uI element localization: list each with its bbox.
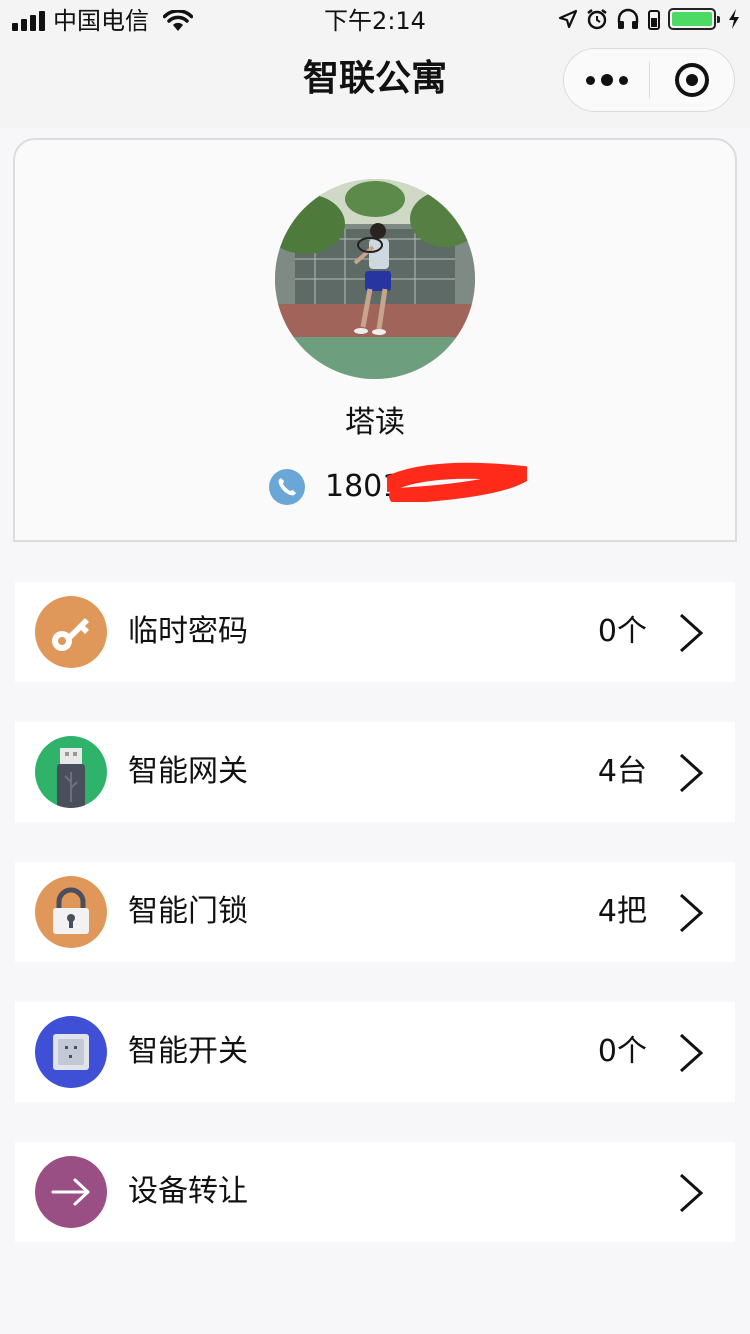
battery-icon	[668, 8, 720, 30]
close-miniprogram-button[interactable]	[650, 49, 734, 111]
menu-item-temp-password[interactable]: 临时密码 0个	[15, 582, 735, 682]
menu-item-smart-switch[interactable]: 智能开关 0个	[15, 1002, 735, 1102]
location-arrow-icon	[558, 9, 578, 29]
alarm-clock-icon	[587, 9, 607, 30]
usb-gateway-icon	[35, 736, 107, 808]
chevron-right-icon	[679, 893, 704, 933]
menu-label: 设备转让	[128, 1174, 248, 1209]
chevron-right-icon	[679, 753, 704, 793]
user-name: 塔读	[345, 405, 405, 440]
avatar[interactable]	[275, 179, 475, 379]
redaction-scribble	[387, 462, 527, 502]
key-icon	[35, 596, 107, 668]
menu-count: 0个	[597, 1034, 647, 1069]
menu-count: 4台	[597, 754, 647, 789]
charging-bolt-icon	[729, 9, 739, 29]
menu-item-device-transfer[interactable]: 设备转让	[15, 1142, 735, 1242]
menu-label: 临时密码	[128, 614, 248, 649]
menu-item-smart-lock[interactable]: 智能门锁 4把	[15, 862, 735, 962]
more-dot-icon	[618, 75, 628, 85]
profile-card: 塔读 1801	[13, 138, 737, 542]
status-bar: 中国电信 下午2:14	[0, 0, 750, 42]
wall-switch-icon	[35, 1016, 107, 1088]
menu-label: 智能网关	[128, 754, 248, 789]
more-dot-icon	[600, 74, 613, 86]
status-right	[558, 8, 740, 30]
headphones-icon	[617, 8, 639, 29]
menu-count: 0个	[597, 614, 647, 649]
chevron-right-icon	[679, 1033, 704, 1073]
chevron-right-icon	[679, 613, 704, 653]
menu-count: 4把	[597, 894, 647, 929]
padlock-icon	[35, 876, 107, 948]
target-circle-icon	[674, 63, 709, 97]
more-dot-icon	[585, 75, 595, 85]
arrow-right-icon	[35, 1156, 107, 1228]
avatar-photo	[275, 179, 475, 379]
chevron-right-icon	[679, 1173, 704, 1213]
phone-row: 1801	[269, 468, 401, 506]
phone-icon	[269, 469, 305, 505]
navigation-bar: 智联公寓	[0, 42, 750, 128]
menu-label: 智能门锁	[128, 894, 248, 929]
menu-label: 智能开关	[128, 1034, 248, 1069]
headphone-battery-icon	[648, 10, 660, 30]
menu-item-smart-gateway[interactable]: 智能网关 4台	[15, 722, 735, 822]
miniprogram-capsule	[563, 48, 735, 112]
more-options-button[interactable]	[564, 49, 649, 111]
